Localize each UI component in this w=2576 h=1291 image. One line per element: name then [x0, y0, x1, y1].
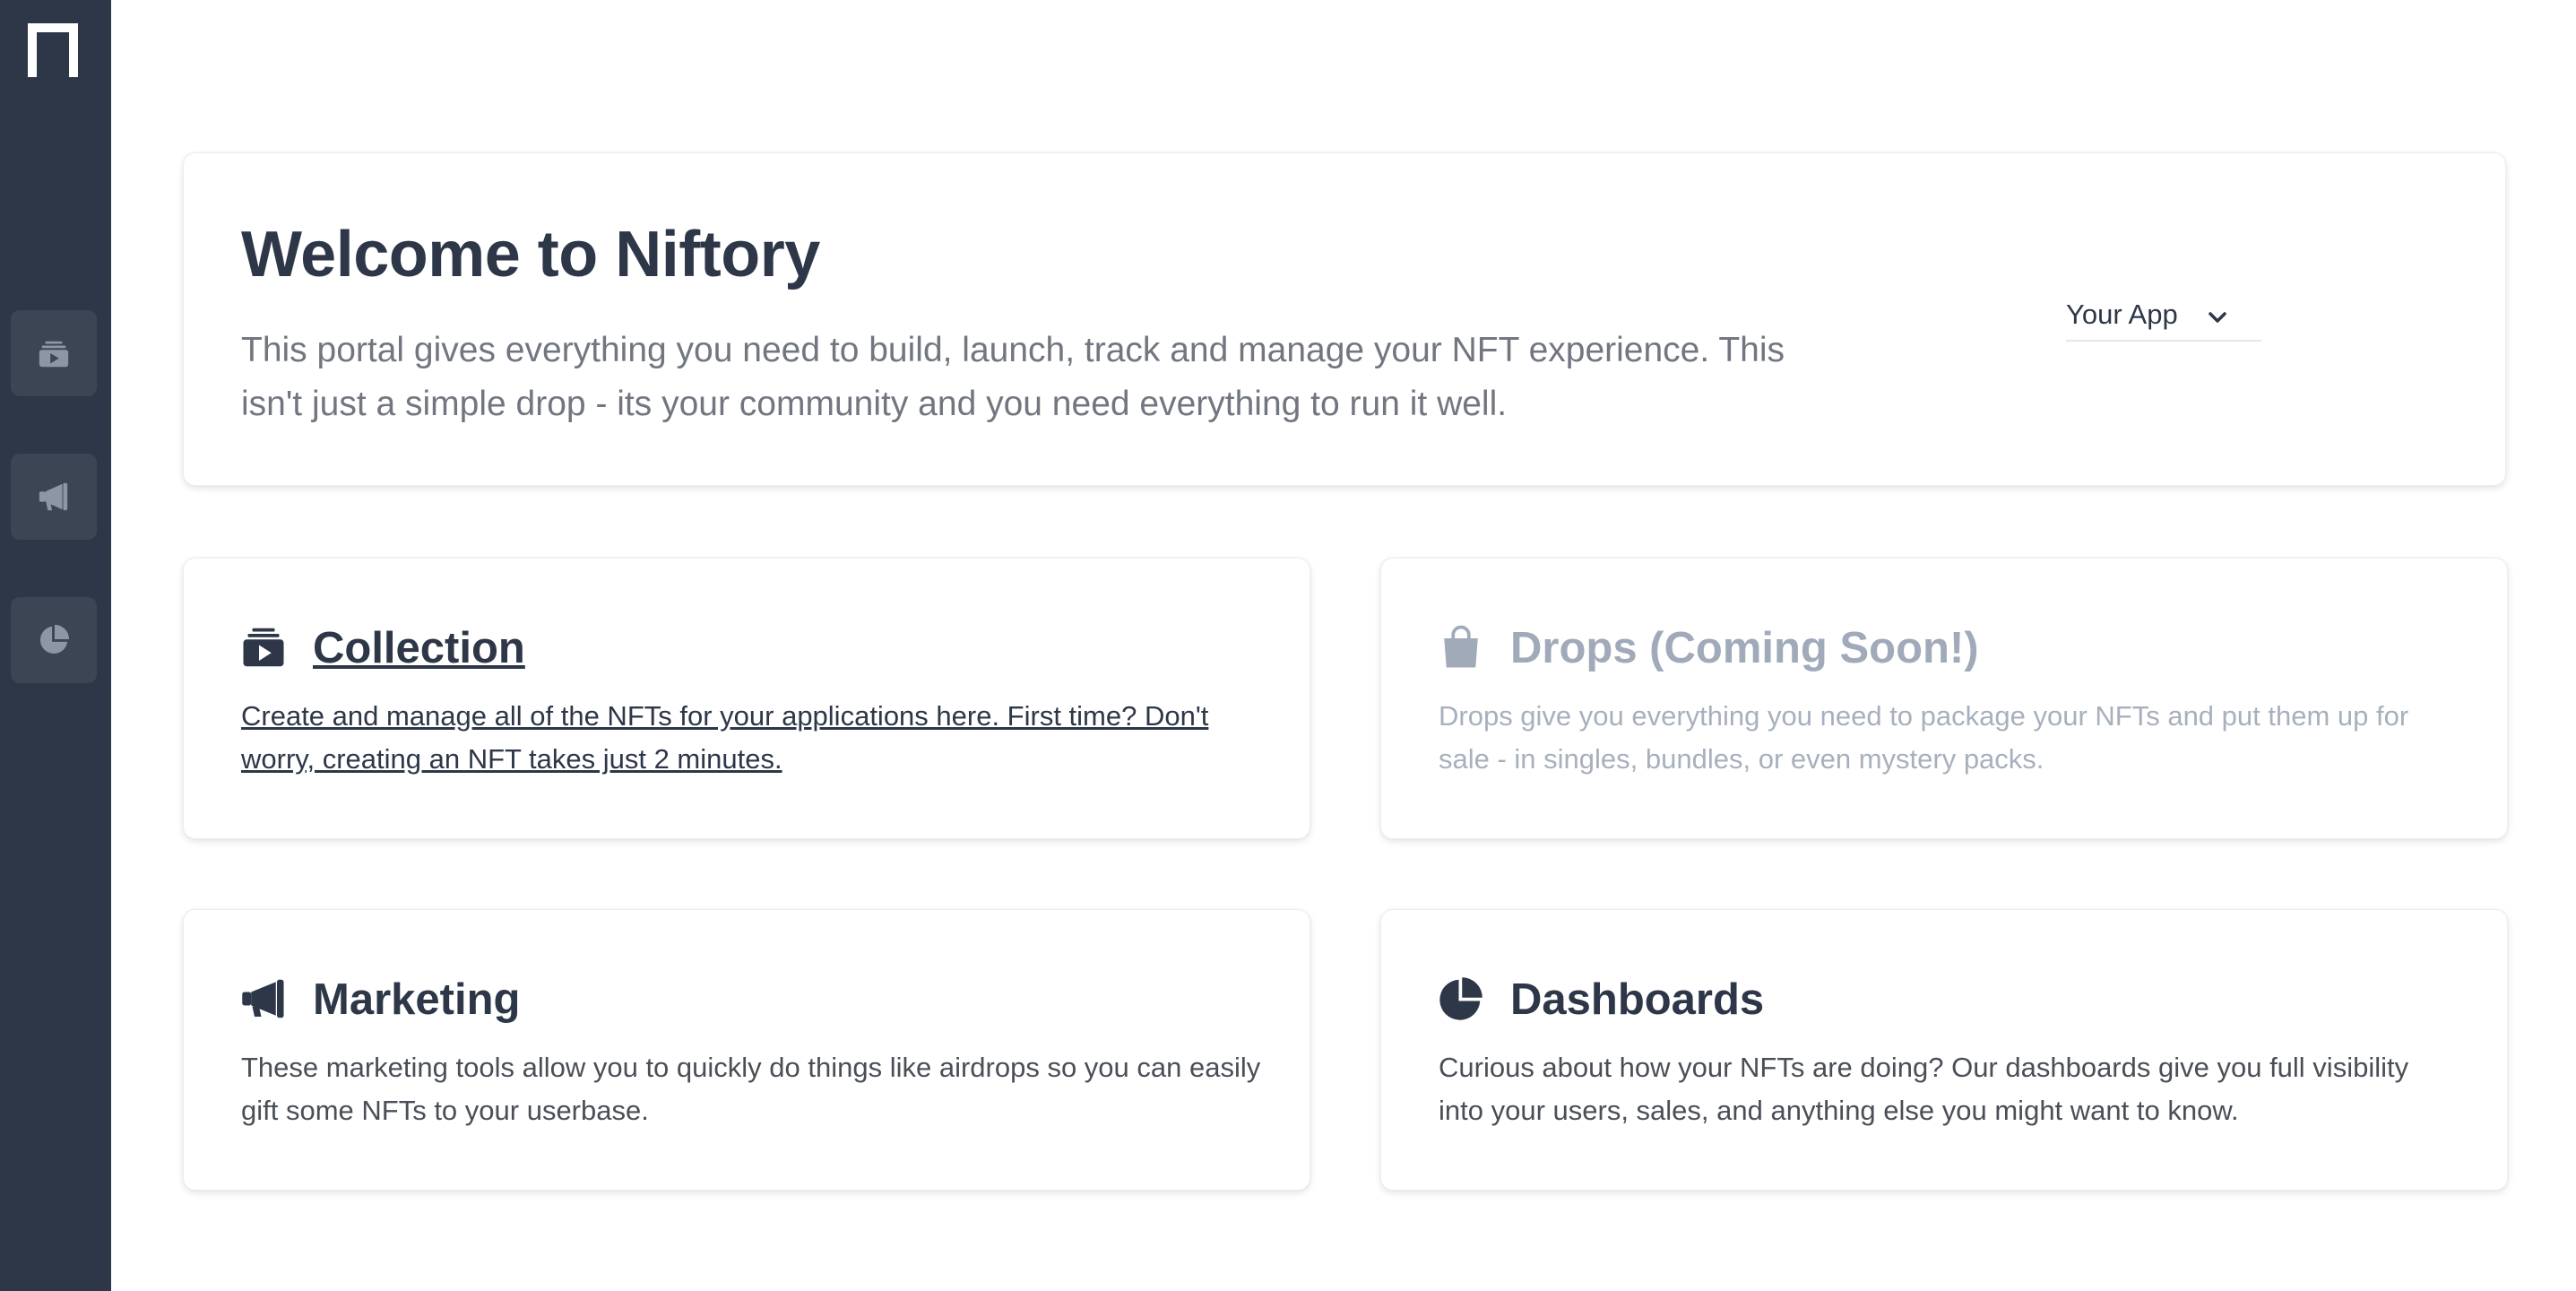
drops-card: Drops (Coming Soon!) Drops give you ever…	[1380, 558, 2508, 839]
dashboards-description: Curious about how your NFTs are doing? O…	[1439, 1052, 2409, 1126]
marketing-description: These marketing tools allow you to quick…	[241, 1052, 1261, 1126]
marketing-title: Marketing	[313, 975, 521, 1024]
drops-title: Drops (Coming Soon!)	[1510, 624, 1979, 672]
collection-card[interactable]: Collection Create and manage all of the …	[183, 558, 1310, 839]
drops-description: Drops give you everything you need to pa…	[1439, 700, 2409, 775]
pie-chart-icon	[39, 624, 70, 654]
app-select[interactable]: Your App	[2066, 288, 2261, 342]
megaphone-icon	[242, 979, 284, 1018]
collection-icon	[243, 628, 284, 667]
sidebar	[0, 0, 111, 1291]
marketing-card[interactable]: Marketing These marketing tools allow yo…	[183, 909, 1310, 1191]
dashboards-title: Dashboards	[1510, 975, 1765, 1024]
pie-chart-icon	[1439, 977, 1482, 1020]
chevron-down-icon	[2209, 312, 2226, 323]
megaphone-icon	[39, 482, 68, 511]
welcome-description: This portal gives everything you need to…	[241, 331, 1785, 423]
sidebar-item-marketing[interactable]	[11, 454, 97, 540]
shopping-bag-icon	[1444, 625, 1478, 668]
dashboards-card[interactable]: Dashboards Curious about how your NFTs a…	[1380, 909, 2508, 1191]
sidebar-item-collection[interactable]	[11, 310, 97, 396]
sidebar-item-dashboards[interactable]	[11, 597, 97, 683]
collection-description[interactable]: Create and manage all of the NFTs for yo…	[241, 695, 1263, 781]
collection-title[interactable]: Collection	[313, 623, 525, 673]
niftory-n-logo[interactable]	[28, 23, 78, 77]
welcome-card: Welcome to Niftory This portal gives eve…	[183, 152, 2506, 486]
collection-icon	[39, 341, 69, 368]
page-title: Welcome to Niftory	[241, 219, 820, 290]
app-select-value: Your App	[2066, 299, 2178, 330]
